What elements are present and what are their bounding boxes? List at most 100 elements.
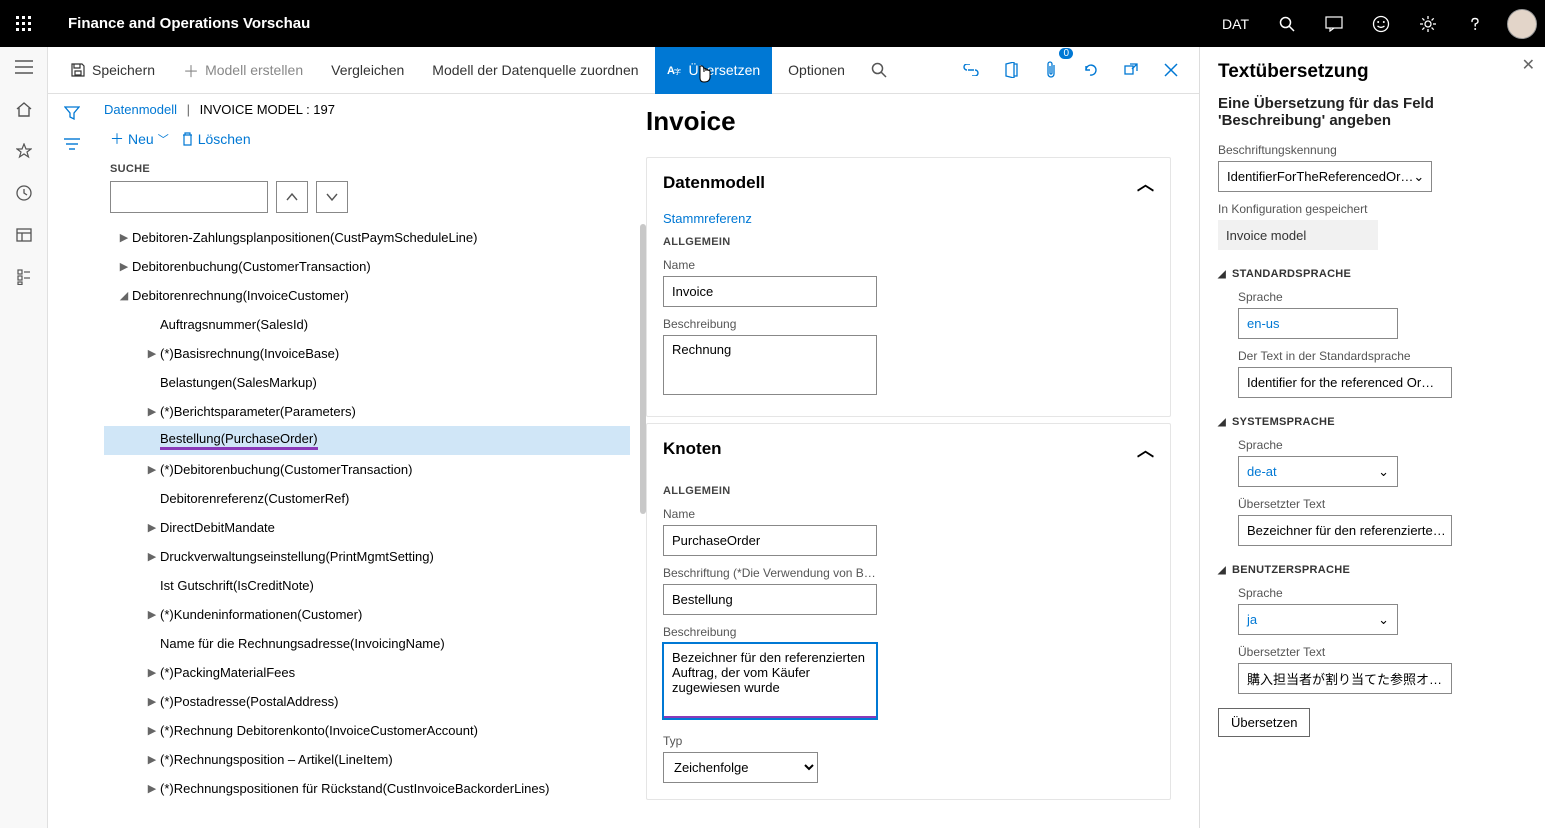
compare-button[interactable]: Vergleichen xyxy=(319,47,416,94)
workspace-icon[interactable] xyxy=(14,225,34,245)
new-model-button[interactable]: ＋ Modell erstellen xyxy=(171,47,315,94)
tree-expander[interactable]: ▶ xyxy=(144,347,160,360)
messages-icon[interactable] xyxy=(1310,0,1357,47)
tree-expander[interactable]: ▶ xyxy=(144,724,160,737)
std-lang-value[interactable]: en-us xyxy=(1238,308,1398,339)
env-badge[interactable]: DAT xyxy=(1208,0,1263,47)
actionbar: Speichern ＋ Modell erstellen Vergleichen… xyxy=(48,47,1199,94)
search-icon[interactable] xyxy=(1263,0,1310,47)
app-launcher-icon[interactable] xyxy=(0,0,48,47)
sys-lang-select[interactable]: de-at⌄ xyxy=(1238,456,1398,487)
sys-lang-header[interactable]: ◢SYSTEMSPRACHE xyxy=(1218,416,1527,428)
tree-row[interactable]: Name für die Rechnungsadresse(InvoicingN… xyxy=(104,629,630,658)
tree-row[interactable]: ▶(*)PackingMaterialFees xyxy=(104,658,630,687)
help-icon[interactable] xyxy=(1451,0,1498,47)
tree-expander[interactable]: ▶ xyxy=(144,521,160,534)
sys-text-value[interactable]: Bezeichner für den referenzierte… xyxy=(1238,515,1452,546)
std-lang-label: Sprache xyxy=(1238,290,1527,304)
user-lang-select[interactable]: ja⌄ xyxy=(1238,604,1398,635)
smiley-icon[interactable] xyxy=(1357,0,1404,47)
tree-expander[interactable]: ▶ xyxy=(144,550,160,563)
tree-row[interactable]: ▶(*)Rechnungsposition – Artikel(LineItem… xyxy=(104,745,630,774)
tree-row[interactable]: Belastungen(SalesMarkup) xyxy=(104,368,630,397)
node-name-field[interactable] xyxy=(663,525,877,556)
tree-expander[interactable]: ▶ xyxy=(116,260,132,273)
tree-row[interactable]: Debitorenreferenz(CustomerRef) xyxy=(104,484,630,513)
user-lang-header[interactable]: ◢BENUTZERSPRACHE xyxy=(1218,564,1527,576)
root-reference-link[interactable]: Stammreferenz xyxy=(663,211,1154,226)
tree-item-label: (*)Rechnungspositionen für Rückstand(Cus… xyxy=(160,781,549,796)
delete-button[interactable]: Löschen xyxy=(181,131,251,147)
popout-icon[interactable] xyxy=(1113,52,1149,88)
name-field[interactable] xyxy=(663,276,877,307)
tree-row[interactable]: ▶Debitoren-Zahlungsplanpositionen(CustPa… xyxy=(104,223,630,252)
save-button[interactable]: Speichern xyxy=(58,47,167,94)
tree-expander[interactable]: ▶ xyxy=(144,405,160,418)
tree-expander[interactable]: ▶ xyxy=(144,463,160,476)
close-icon[interactable] xyxy=(1153,52,1189,88)
tree-expander[interactable]: ▶ xyxy=(144,608,160,621)
translate-button[interactable]: A字 Übersetzen xyxy=(655,47,773,94)
std-lang-header[interactable]: ◢STANDARDSPRACHE xyxy=(1218,268,1527,280)
filter-icon[interactable] xyxy=(64,106,80,120)
general-label: ALLGEMEIN xyxy=(663,236,1154,248)
user-text-value[interactable]: 購入担当者が割り当てた参照オ… xyxy=(1238,663,1452,694)
search-input[interactable] xyxy=(110,181,268,213)
avatar[interactable] xyxy=(1498,0,1545,47)
tree-expander[interactable]: ▶ xyxy=(144,782,160,795)
tree-row[interactable]: ▶(*)Rechnung Debitorenkonto(InvoiceCusto… xyxy=(104,716,630,745)
tree-row[interactable]: Ist Gutschrift(IsCreditNote) xyxy=(104,571,630,600)
tree-item-label: Bestellung(PurchaseOrder) xyxy=(160,431,318,450)
tree-expander[interactable]: ▶ xyxy=(144,753,160,766)
actionbar-search-icon[interactable] xyxy=(861,52,897,88)
tree-row[interactable]: ▶(*)Kundeninformationen(Customer) xyxy=(104,600,630,629)
attachments-icon[interactable]: 0 xyxy=(1033,52,1069,88)
tree-row[interactable]: ▶(*)Berichtsparameter(Parameters) xyxy=(104,397,630,426)
scrollbar[interactable] xyxy=(640,224,646,514)
star-icon[interactable] xyxy=(14,141,34,161)
ident-select[interactable]: IdentifierForTheReferencedOr…⌄ xyxy=(1218,161,1432,192)
options-button[interactable]: Optionen xyxy=(776,47,857,94)
type-select[interactable]: Zeichenfolge xyxy=(663,752,818,783)
desc-field[interactable]: Rechnung xyxy=(663,335,877,395)
panel-close-icon[interactable]: ✕ xyxy=(1522,55,1535,75)
tree-expander[interactable]: ▶ xyxy=(144,695,160,708)
clock-icon[interactable] xyxy=(14,183,34,203)
office-icon[interactable] xyxy=(993,52,1029,88)
link-icon[interactable] xyxy=(953,52,989,88)
lines-icon[interactable] xyxy=(64,138,80,150)
breadcrumb-root[interactable]: Datenmodell xyxy=(104,102,177,117)
modules-icon[interactable] xyxy=(14,267,34,287)
tree-row[interactable]: ▶(*)Debitorenbuchung(CustomerTransaction… xyxy=(104,455,630,484)
tree-item-label: (*)Basisrechnung(InvoiceBase) xyxy=(160,346,339,361)
tree-expander[interactable]: ◢ xyxy=(116,289,132,302)
map-model-button[interactable]: Modell der Datenquelle zuordnen xyxy=(420,47,650,94)
tree-row[interactable]: ▶Druckverwaltungseinstellung(PrintMgmtSe… xyxy=(104,542,630,571)
node-desc-field[interactable]: Bezeichner für den referenzierten Auftra… xyxy=(663,643,877,719)
new-button[interactable]: ＋Neu ﹀ xyxy=(110,129,169,149)
section-node-header[interactable]: Knoten ︿ xyxy=(647,424,1170,473)
map-model-label: Modell der Datenquelle zuordnen xyxy=(432,62,638,78)
home-icon[interactable] xyxy=(14,99,34,119)
std-text-value[interactable]: Identifier for the referenced Or… xyxy=(1238,367,1452,398)
refresh-icon[interactable] xyxy=(1073,52,1109,88)
translate-label: Übersetzen xyxy=(689,62,761,78)
name-label: Name xyxy=(663,258,1154,272)
section-datamodel-header[interactable]: Datenmodell ︿ xyxy=(647,158,1170,207)
do-translate-button[interactable]: Übersetzen xyxy=(1218,708,1310,737)
tree-row[interactable]: ▶(*)Basisrechnung(InvoiceBase) xyxy=(104,339,630,368)
tree-row[interactable]: ◢Debitorenrechnung(InvoiceCustomer) xyxy=(104,281,630,310)
tree-expander[interactable]: ▶ xyxy=(116,231,132,244)
caption-field[interactable] xyxy=(663,584,877,615)
tree-row[interactable]: ▶Debitorenbuchung(CustomerTransaction) xyxy=(104,252,630,281)
tree-row[interactable]: ▶DirectDebitMandate xyxy=(104,513,630,542)
tree-row[interactable]: Bestellung(PurchaseOrder) xyxy=(104,426,630,455)
tree-expander[interactable]: ▶ xyxy=(144,666,160,679)
search-up-button[interactable] xyxy=(276,181,308,213)
search-down-button[interactable] xyxy=(316,181,348,213)
tree-row[interactable]: Auftragsnummer(SalesId) xyxy=(104,310,630,339)
tree-row[interactable]: ▶(*)Rechnungspositionen für Rückstand(Cu… xyxy=(104,774,630,803)
tree-row[interactable]: ▶(*)Postadresse(PostalAddress) xyxy=(104,687,630,716)
gear-icon[interactable] xyxy=(1404,0,1451,47)
menu-icon[interactable] xyxy=(14,57,34,77)
